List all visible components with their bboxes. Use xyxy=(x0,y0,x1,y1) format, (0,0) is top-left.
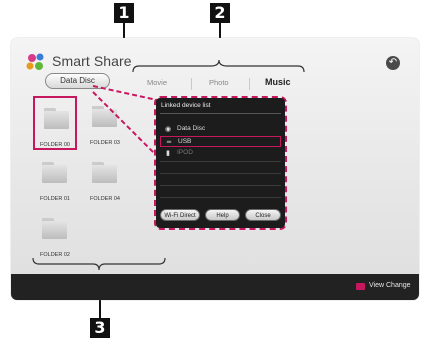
smart-share-logo-icon xyxy=(26,53,44,70)
callout-1: 1 xyxy=(114,3,134,23)
folder-icon xyxy=(44,108,69,129)
close-button[interactable]: Close xyxy=(245,209,281,221)
device-item-usb[interactable]: ═ USB xyxy=(160,136,281,147)
wifi-direct-button[interactable]: Wi-Fi Direct xyxy=(160,209,200,221)
folder-item[interactable]: FOLDER 02 xyxy=(33,208,77,262)
usb-icon: ═ xyxy=(166,138,172,146)
red-button-icon xyxy=(356,283,365,290)
callout-3: 3 xyxy=(90,318,110,338)
device-label: IPOD xyxy=(177,149,193,156)
folder-label: FOLDER 00 xyxy=(40,142,70,148)
divider xyxy=(160,185,281,186)
folder-label: FOLDER 04 xyxy=(90,196,120,202)
linked-device-popup: Linked device list ◉ Data Disc ═ USB ▮ I… xyxy=(156,98,285,228)
callout-2: 2 xyxy=(210,3,230,23)
folder-item[interactable]: FOLDER 01 xyxy=(33,152,77,206)
popup-title: Linked device list xyxy=(161,102,211,109)
category-tabs: Movie Photo Music xyxy=(135,77,399,92)
folder-icon xyxy=(42,162,67,183)
device-item-ipod[interactable]: ▮ IPOD xyxy=(160,148,281,159)
tab-music[interactable]: Music xyxy=(265,77,291,87)
folder-item[interactable]: FOLDER 00 xyxy=(33,96,77,150)
folder-icon xyxy=(92,162,117,183)
back-arrow-icon[interactable]: ↶ xyxy=(386,56,400,70)
footer-bar: View Change xyxy=(11,274,419,300)
tab-divider xyxy=(191,78,192,90)
tab-divider xyxy=(249,78,250,90)
view-change-label[interactable]: View Change xyxy=(369,282,411,289)
divider xyxy=(160,173,281,174)
smart-share-screen: Smart Share Data Disc ↶ Movie Photo Musi… xyxy=(11,38,419,300)
app-title: Smart Share xyxy=(52,53,132,69)
divider xyxy=(160,161,281,162)
device-label: USB xyxy=(178,138,192,145)
folder-bracket xyxy=(32,257,166,271)
device-label: Data Disc xyxy=(177,125,206,132)
divider xyxy=(160,113,281,114)
tab-photo[interactable]: Photo xyxy=(209,78,229,87)
help-button[interactable]: Help xyxy=(205,209,240,221)
disc-icon: ◉ xyxy=(164,125,172,133)
divider xyxy=(160,197,281,198)
ipod-icon: ▮ xyxy=(166,149,170,157)
folder-label: FOLDER 01 xyxy=(40,196,70,202)
tab-bracket xyxy=(132,59,305,73)
folder-icon xyxy=(42,218,67,239)
device-item-data-disc[interactable]: ◉ Data Disc xyxy=(160,124,281,135)
folder-item[interactable]: FOLDER 04 xyxy=(83,152,127,206)
